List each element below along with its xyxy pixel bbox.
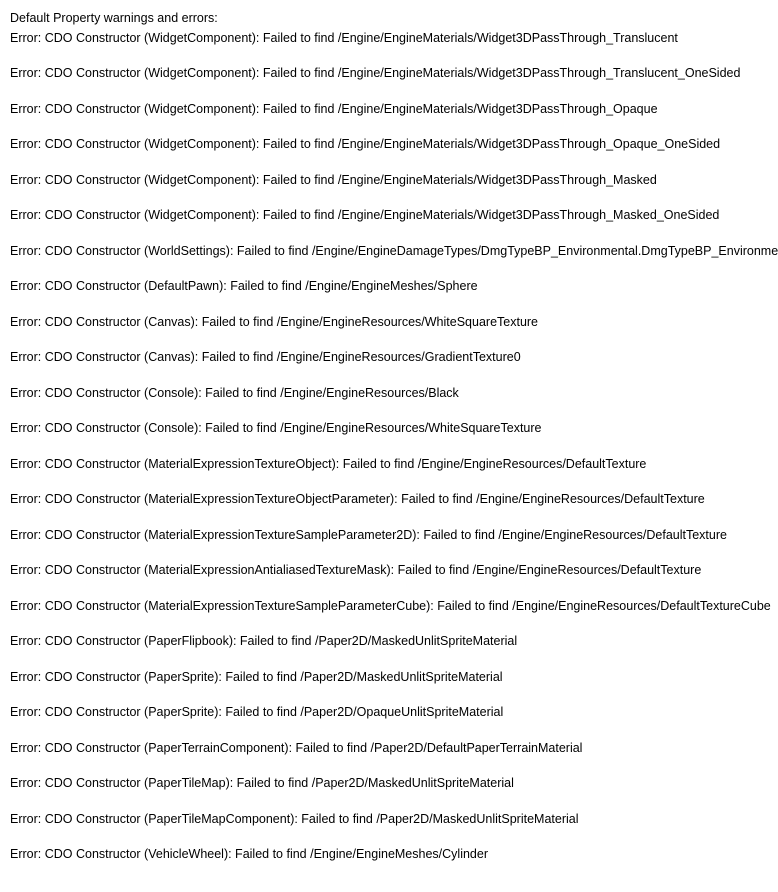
error-line: Error: CDO Constructor (MaterialExpressi… bbox=[10, 491, 768, 509]
error-line: Error: CDO Constructor (MaterialExpressi… bbox=[10, 456, 768, 474]
error-line: Error: CDO Constructor (DefaultPawn): Fa… bbox=[10, 278, 768, 296]
error-line: Error: CDO Constructor (PaperFlipbook): … bbox=[10, 633, 768, 651]
error-line: Error: CDO Constructor (Canvas): Failed … bbox=[10, 349, 768, 367]
error-line: Error: CDO Constructor (Canvas): Failed … bbox=[10, 314, 768, 332]
error-line: Error: CDO Constructor (WidgetComponent)… bbox=[10, 207, 768, 225]
error-line: Error: CDO Constructor (PaperTileMapComp… bbox=[10, 811, 768, 829]
error-line: Error: CDO Constructor (WorldSettings): … bbox=[10, 243, 768, 261]
log-header: Default Property warnings and errors: bbox=[10, 10, 768, 28]
error-line: Error: CDO Constructor (PaperSprite): Fa… bbox=[10, 669, 768, 687]
error-line: Error: CDO Constructor (PaperTileMap): F… bbox=[10, 775, 768, 793]
error-line: Error: CDO Constructor (PaperTerrainComp… bbox=[10, 740, 768, 758]
error-line: Error: CDO Constructor (VehicleWheel): F… bbox=[10, 846, 768, 864]
error-line: Error: CDO Constructor (Console): Failed… bbox=[10, 385, 768, 403]
error-line: Error: CDO Constructor (WidgetComponent)… bbox=[10, 136, 768, 154]
error-line: Error: CDO Constructor (MaterialExpressi… bbox=[10, 598, 768, 616]
error-line: Error: CDO Constructor (MaterialExpressi… bbox=[10, 562, 768, 580]
error-line: Error: CDO Constructor (Console): Failed… bbox=[10, 420, 768, 438]
error-line: Error: CDO Constructor (WidgetComponent)… bbox=[10, 172, 768, 190]
error-line: Error: CDO Constructor (WidgetComponent)… bbox=[10, 65, 768, 83]
error-line: Error: CDO Constructor (MaterialExpressi… bbox=[10, 527, 768, 545]
error-line: Error: CDO Constructor (WidgetComponent)… bbox=[10, 30, 768, 48]
error-line: Error: CDO Constructor (PaperSprite): Fa… bbox=[10, 704, 768, 722]
error-line: Error: CDO Constructor (WidgetComponent)… bbox=[10, 101, 768, 119]
